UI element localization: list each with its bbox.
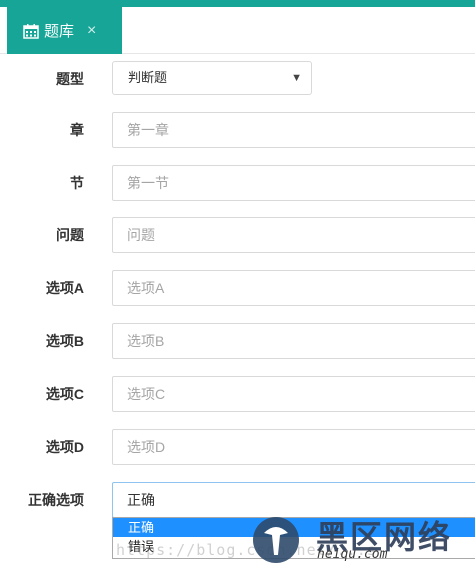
option-d-input[interactable]: [112, 429, 475, 465]
section-input[interactable]: [112, 165, 475, 201]
tab-question-bank[interactable]: 题库 ×: [7, 7, 122, 54]
field-label-option-a: 选项A: [45, 280, 84, 296]
field-label-answer: 正确选项: [28, 492, 84, 508]
option-c-input[interactable]: [112, 376, 475, 412]
field-label-option-d: 选项D: [45, 439, 84, 455]
form-row-question: 问题: [0, 217, 475, 253]
question-type-value: 判断题: [128, 70, 168, 85]
option-b-input[interactable]: [112, 323, 475, 359]
form-row-option-a: 选项A: [0, 270, 475, 306]
chapter-input[interactable]: [112, 112, 475, 148]
top-accent-bar: [0, 0, 475, 7]
field-label-question: 问题: [56, 227, 84, 243]
form-row-chapter: 章: [0, 112, 475, 148]
form-row-option-c: 选项C: [0, 376, 475, 412]
field-label-section: 节: [70, 175, 84, 191]
form-row-type: 题型 判断题 ▼: [0, 61, 475, 97]
option-a-input[interactable]: [112, 270, 475, 306]
close-icon[interactable]: ×: [87, 22, 96, 39]
question-input[interactable]: [112, 217, 475, 253]
field-label-type: 题型: [56, 71, 84, 87]
tab-label: 题库: [44, 23, 75, 40]
tab-bar: 题库 ×: [0, 7, 475, 54]
calendar-icon: [23, 23, 39, 39]
chevron-down-icon: ▼: [291, 72, 302, 84]
form-row-section: 节: [0, 165, 475, 201]
watermark-site: heiqu.com: [317, 547, 388, 562]
question-type-select[interactable]: 判断题 ▼: [112, 61, 312, 95]
field-label-option-b: 选项B: [45, 333, 84, 349]
field-label-option-c: 选项C: [45, 386, 84, 402]
answer-value: 正确: [127, 492, 155, 508]
form-row-option-b: 选项B: [0, 323, 475, 359]
form-row-option-d: 选项D: [0, 429, 475, 465]
field-label-chapter: 章: [70, 122, 84, 138]
